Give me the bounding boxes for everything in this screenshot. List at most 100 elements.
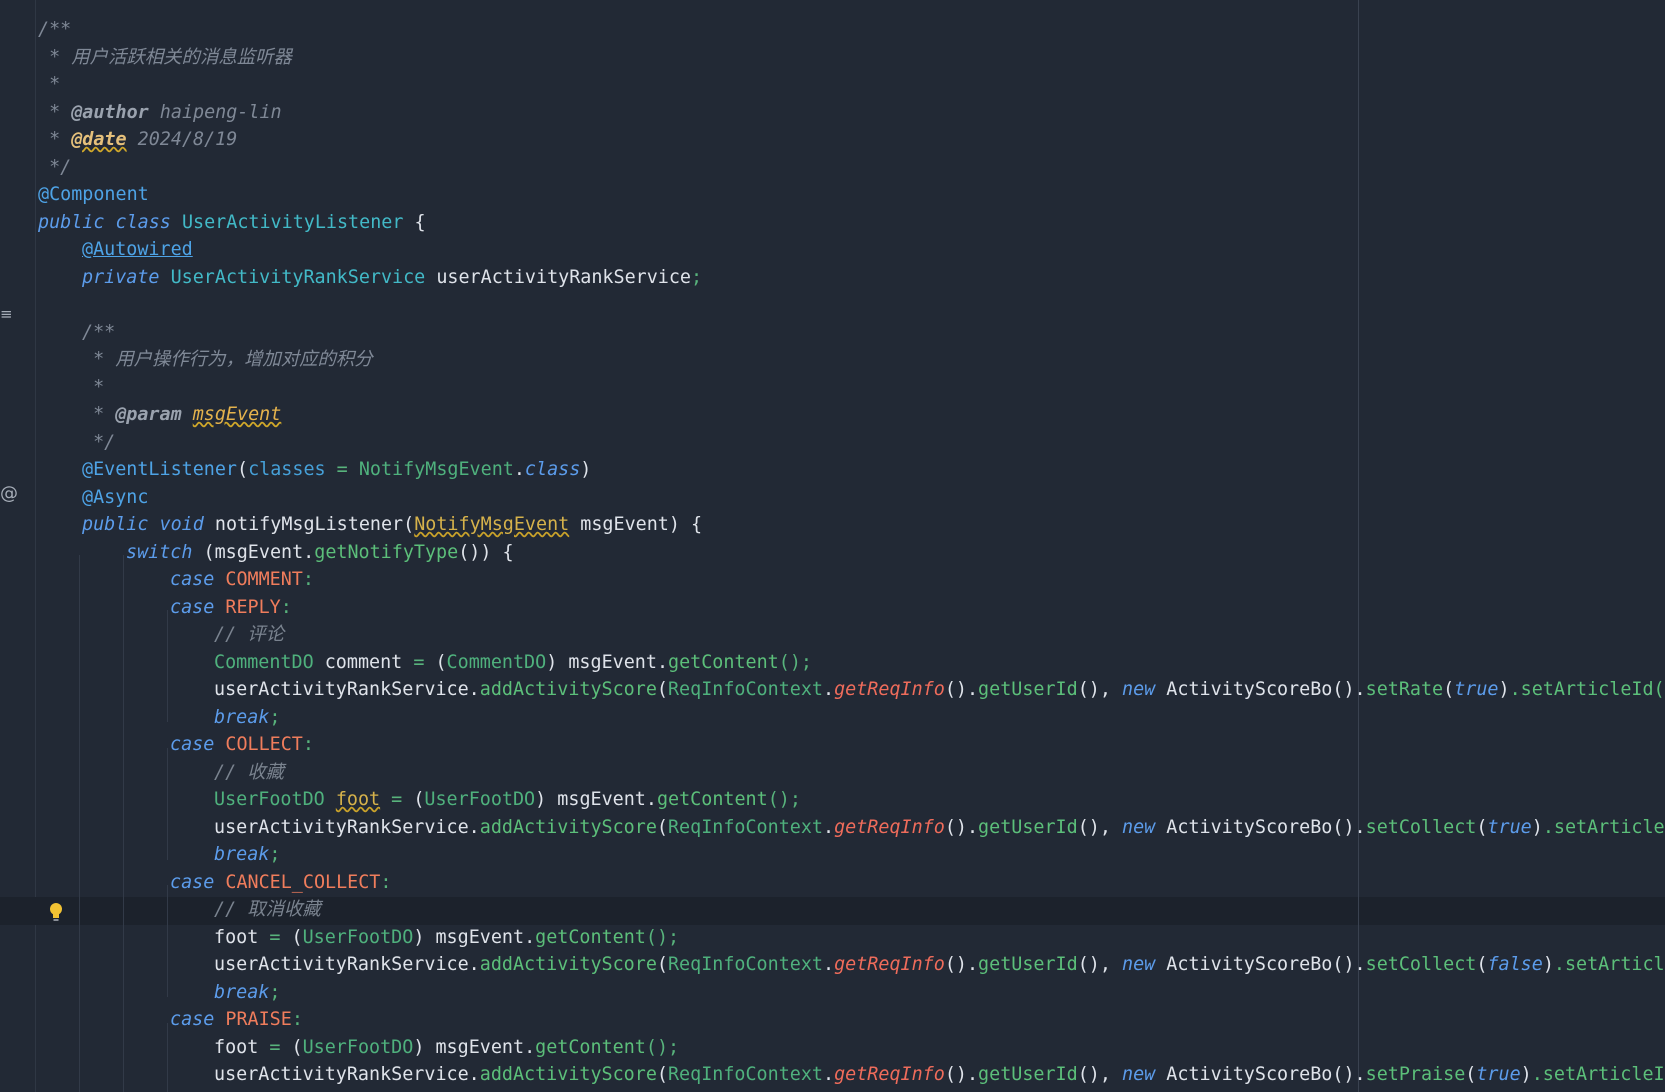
code-line: * 用户操作行为，增加对应的积分 (38, 346, 1665, 374)
code-line: case COMMENT: (38, 566, 1665, 594)
keyword: class (524, 459, 581, 480)
method-call: setCollect (1365, 954, 1477, 975)
method-call: addActivityScore (479, 954, 657, 975)
punctuation: ) (1520, 1064, 1532, 1085)
type-name: UserFootDO (302, 1036, 414, 1058)
punctuation: . (468, 954, 480, 975)
type-name: UserActivityRankService (170, 266, 426, 288)
punctuation: ( (1476, 954, 1488, 975)
punctuation: . (823, 679, 835, 700)
punctuation: (); (767, 789, 801, 810)
line-comment: // 取消收藏 (214, 899, 321, 920)
keyword: private (82, 266, 160, 288)
punctuation: { (403, 211, 426, 233)
code-line: */ (38, 154, 1665, 182)
punctuation: (), (1077, 1064, 1122, 1085)
punctuation: . (966, 679, 979, 700)
punctuation: : (302, 569, 314, 590)
doc-render-icon[interactable]: ≡ (0, 305, 13, 323)
punctuation: ; (269, 981, 281, 1003)
doc-comment: */ (82, 431, 116, 453)
keyword: case (170, 734, 215, 755)
static-method-call: getReqInfo (834, 1064, 945, 1085)
punctuation: . (513, 459, 525, 480)
doc-tag: @param (115, 404, 182, 425)
code-lines[interactable]: /** * 用户活跃相关的消息监听器 * * @author haipeng-l… (38, 16, 1665, 1089)
punctuation: ) (546, 651, 569, 673)
enum-constant: COMMENT (225, 569, 303, 590)
method-call: addActivityScore (479, 679, 657, 700)
method-call: getUserId (978, 679, 1078, 700)
method-call: getContent (535, 1036, 646, 1058)
code-line: userActivityRankService. addActivityScore… (38, 814, 1665, 842)
keyword: new (1122, 954, 1156, 975)
punctuation: ( (656, 954, 668, 975)
keyword: case (170, 871, 215, 893)
static-method-call: getReqInfo (834, 816, 945, 838)
punctuation: (); (645, 926, 680, 948)
code-line: * (38, 374, 1665, 402)
method-call: getContent (656, 789, 768, 810)
doc-comment: */ (38, 156, 72, 178)
method-call: addActivityScore (479, 816, 657, 838)
keyword: false (1487, 954, 1543, 975)
punctuation: . (823, 954, 835, 975)
annotation-attribute: classes (248, 459, 326, 480)
code-line: switch (msgEvent.getNotifyType()) { (38, 539, 1665, 567)
code-editor[interactable]: ≡ @ /** * 用户活跃相关的消息监听器 * * @author haipe… (0, 0, 1665, 1092)
doc-comment: haipeng-lin (148, 101, 282, 123)
method-call: getUserId (978, 1064, 1078, 1085)
field-name: userActivityRankService (214, 816, 469, 838)
doc-comment: * 用户活跃相关的消息监听器 (38, 46, 292, 68)
punctuation: ( (237, 459, 249, 480)
type-name: UserFootDO (302, 926, 414, 948)
enum-constant: COLLECT (225, 734, 303, 755)
punctuation: . (524, 926, 536, 948)
punctuation: . (966, 954, 979, 975)
code-line: // 评论 (38, 621, 1665, 649)
punctuation: ( (656, 679, 668, 700)
punctuation: . (823, 816, 835, 838)
annotation: @EventListener (82, 459, 238, 480)
punctuation: () (944, 954, 967, 975)
punctuation: ; (269, 844, 281, 865)
variable: foot (214, 1036, 259, 1058)
punctuation: ) { (668, 514, 703, 535)
code-line: */ (38, 429, 1665, 457)
punctuation: . (468, 1064, 480, 1085)
punctuation: ( (1443, 679, 1455, 700)
punctuation: : (302, 734, 314, 755)
static-method-call: getReqInfo (834, 954, 945, 975)
punctuation: ( (656, 1064, 668, 1085)
annotation: @Component (38, 184, 149, 205)
field-name: userActivityRankService (436, 266, 692, 288)
doc-comment: * (82, 404, 116, 425)
keyword: case (170, 1009, 215, 1030)
punctuation: ( (435, 651, 447, 673)
method-call-truncated: .setArticleI (1542, 816, 1665, 838)
punctuation: ) (1498, 679, 1510, 700)
implementing-method-icon[interactable]: @ (0, 483, 18, 504)
method-call: setRate (1365, 679, 1444, 700)
punctuation: . (656, 651, 669, 673)
doc-comment: 2024/8/19 (126, 129, 238, 150)
keyword: break (214, 844, 270, 865)
punctuation: . (966, 1064, 979, 1085)
code-line: foot = (UserFootDO) msgEvent.getContent(… (38, 1034, 1665, 1062)
keyword: switch (126, 541, 193, 563)
method-call: addActivityScore (479, 1064, 657, 1085)
code-line: foot = (UserFootDO) msgEvent.getContent(… (38, 924, 1665, 952)
keyword: public (38, 211, 105, 233)
line-comment: // 收藏 (214, 761, 284, 783)
keyword: break (214, 981, 270, 1003)
editor-gutter[interactable]: ≡ @ (0, 0, 36, 1092)
code-line: /** (38, 16, 1665, 44)
punctuation: () (944, 1064, 967, 1085)
method-call: getNotifyType (314, 541, 459, 563)
punctuation: : (291, 1009, 303, 1030)
keyword: void (159, 514, 204, 535)
keyword: public (82, 514, 149, 535)
method-name: notifyMsgListener (214, 514, 404, 535)
keyword: case (170, 569, 215, 590)
code-line: @Async (38, 484, 1665, 512)
